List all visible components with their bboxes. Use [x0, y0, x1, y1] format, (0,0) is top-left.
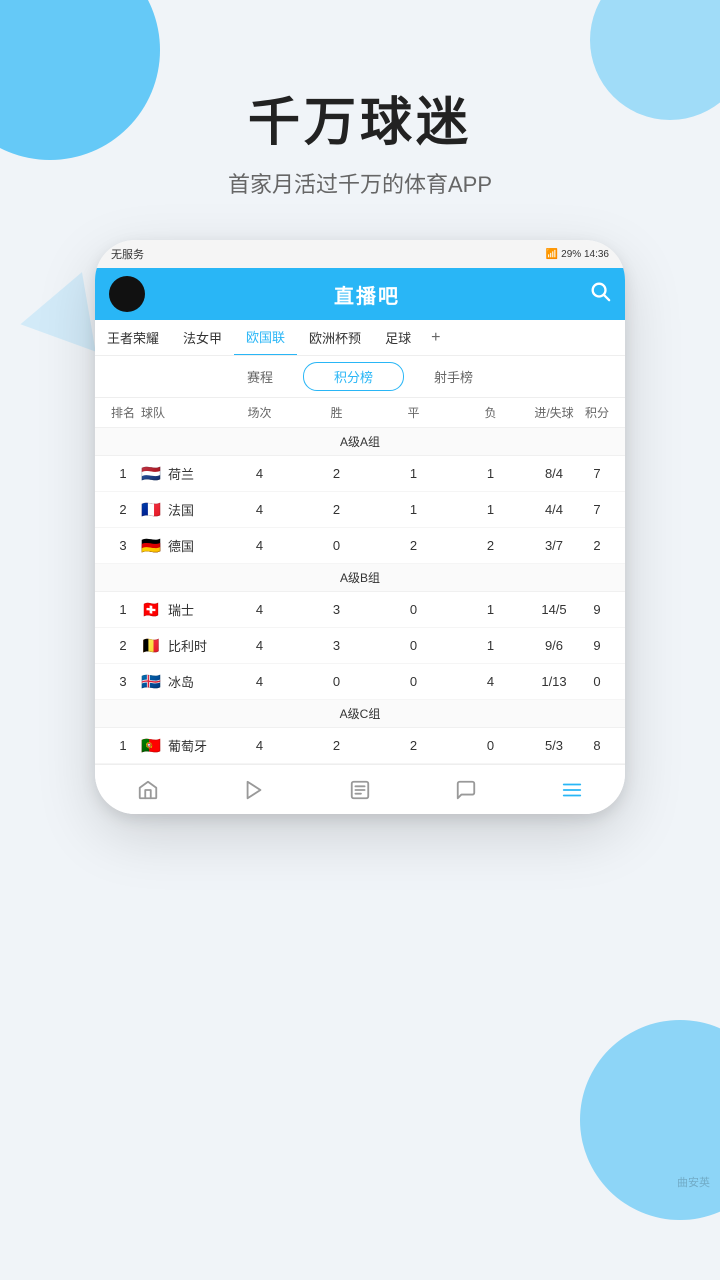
flag-portugal: 🇵🇹: [141, 738, 163, 753]
table-row: 1 🇵🇹葡萄牙 4 2 2 0 5/3 8: [95, 728, 625, 764]
tab-oujbeiyu[interactable]: 欧洲杯预: [297, 320, 373, 356]
battery-text: 29% 14:36: [561, 249, 609, 260]
table-row: 2 🇧🇪比利时 4 3 0 1 9/6 9: [95, 628, 625, 664]
col-header-draws: 平: [375, 404, 452, 421]
group-header-c: A级C组: [95, 700, 625, 728]
page-title: 千万球迷: [0, 80, 720, 155]
nav-chat[interactable]: [413, 765, 519, 814]
sub-tab-scorers[interactable]: 射手榜: [404, 363, 503, 390]
status-bar: 无服务 📶 29% 14:36: [95, 240, 625, 268]
flag-switzerland: 🇨🇭: [141, 602, 163, 617]
tab-oguolian[interactable]: 欧国联: [234, 320, 297, 356]
sub-tab-standings[interactable]: 积分榜: [303, 362, 404, 391]
sub-tab-schedule[interactable]: 赛程: [217, 363, 303, 390]
page-subtitle: 首家月活过千万的体育APP: [0, 167, 720, 199]
bluetooth-icon: 📶: [546, 249, 558, 260]
table-row: 1 🇳🇱荷兰 4 2 1 1 8/4 7: [95, 456, 625, 492]
col-header-goals: 进/失球: [529, 404, 579, 421]
phone-mockup-wrapper: 无服务 📶 29% 14:36 直播吧 王者荣耀 法女甲 欧国联 欧洲杯预 足球: [95, 240, 625, 814]
nav-tabs: 王者荣耀 法女甲 欧国联 欧洲杯预 足球 +: [95, 320, 625, 356]
search-icon[interactable]: [589, 280, 611, 308]
group-header-a: A级A组: [95, 428, 625, 456]
flag-germany: 🇩🇪: [141, 538, 163, 553]
nav-more-button[interactable]: +: [423, 329, 448, 347]
flag-iceland: 🇮🇸: [141, 674, 163, 689]
status-bar-right: 📶 29% 14:36: [546, 249, 609, 260]
nav-news[interactable]: [307, 765, 413, 814]
avatar[interactable]: [109, 276, 145, 312]
col-header-rank: 排名: [105, 404, 141, 421]
table-row: 2 🇫🇷法国 4 2 1 1 4/4 7: [95, 492, 625, 528]
tab-zuqiu[interactable]: 足球: [373, 320, 423, 356]
sub-tabs: 赛程 积分榜 射手榜: [95, 356, 625, 398]
col-header-points: 积分: [579, 404, 615, 421]
col-header-matches: 场次: [221, 404, 298, 421]
nav-video[interactable]: [201, 765, 307, 814]
col-header-team: 球队: [141, 404, 221, 421]
nav-list[interactable]: [519, 765, 625, 814]
app-title: 直播吧: [334, 280, 400, 309]
flag-belgium: 🇧🇪: [141, 638, 163, 653]
flag-france: 🇫🇷: [141, 502, 163, 517]
tab-fanv[interactable]: 法女甲: [171, 320, 234, 356]
nav-home[interactable]: [95, 765, 201, 814]
table-row: 3 🇩🇪德国 4 0 2 2 3/7 2: [95, 528, 625, 564]
app-header: 直播吧: [95, 268, 625, 320]
table-row: 1 🇨🇭瑞士 4 3 0 1 14/5 9: [95, 592, 625, 628]
phone-mockup: 无服务 📶 29% 14:36 直播吧 王者荣耀 法女甲 欧国联 欧洲杯预 足球: [95, 240, 625, 814]
page-header: 千万球迷 首家月活过千万的体育APP: [0, 0, 720, 199]
group-header-b: A级B组: [95, 564, 625, 592]
table-row: 3 🇮🇸冰岛 4 0 0 4 1/13 0: [95, 664, 625, 700]
flag-netherlands: 🇳🇱: [141, 466, 163, 481]
bottom-nav: [95, 764, 625, 814]
watermark: 曲安英: [677, 1174, 710, 1190]
tab-wangzhe[interactable]: 王者荣耀: [95, 320, 171, 356]
col-header-losses: 负: [452, 404, 529, 421]
status-bar-left: 无服务: [111, 246, 144, 262]
col-header-wins: 胜: [298, 404, 375, 421]
bg-decoration-circle-br: [580, 1020, 720, 1220]
table-header: 排名 球队 场次 胜 平 负 进/失球 积分: [95, 398, 625, 428]
